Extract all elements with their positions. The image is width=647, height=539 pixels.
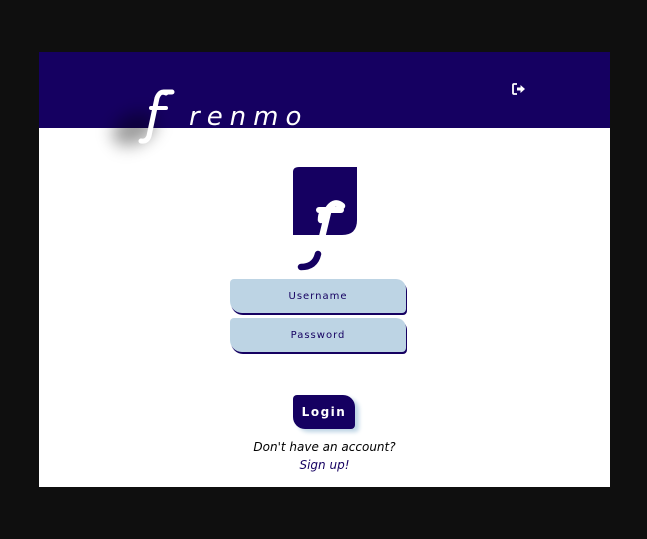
frenmo-logo-icon [293, 167, 357, 271]
app-window: renmo Login Don't have an account? Sign … [39, 52, 610, 487]
login-button[interactable]: Login [293, 395, 355, 429]
username-input[interactable] [230, 279, 406, 313]
wordmark-f-glyph [138, 89, 175, 144]
signup-prompt: Don't have an account? [253, 440, 396, 454]
signup-link[interactable]: Sign up! [39, 458, 610, 472]
password-input[interactable] [230, 318, 406, 352]
wordmark-text: renmo [189, 102, 309, 132]
sign-out-icon[interactable] [512, 82, 526, 96]
